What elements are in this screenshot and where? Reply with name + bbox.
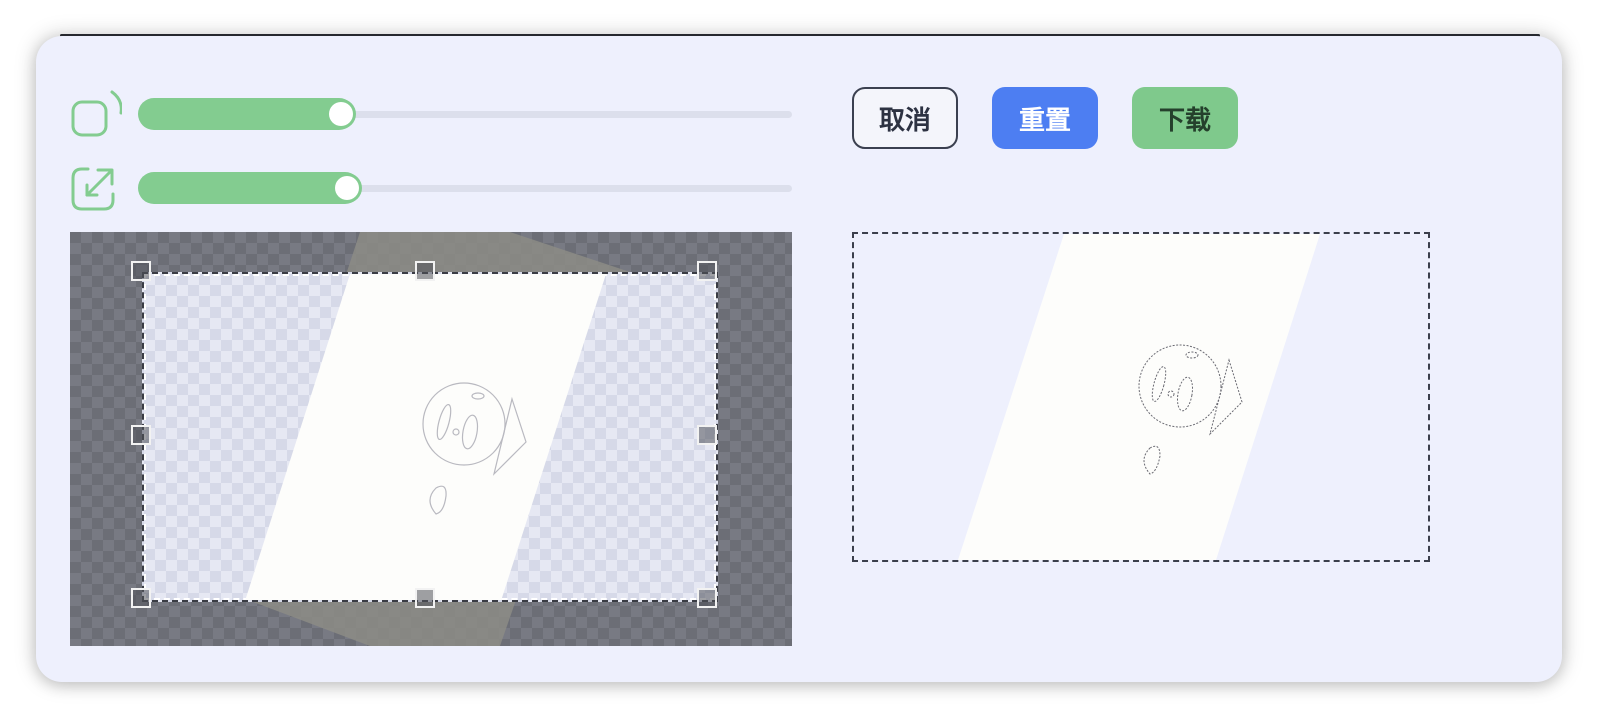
crop-handle-bottom-right[interactable] <box>697 588 717 608</box>
rotate-control-row <box>36 88 836 138</box>
image-crop-dialog: 取消 重置 下载 <box>36 36 1562 682</box>
download-button[interactable]: 下载 <box>1132 87 1238 149</box>
preview-image <box>958 234 1320 560</box>
crop-preview <box>852 232 1430 562</box>
crop-handle-bottom-center[interactable] <box>415 588 435 608</box>
source-image <box>245 274 606 600</box>
crop-editor-canvas[interactable] <box>70 232 792 646</box>
scale-icon <box>71 167 115 211</box>
crop-handle-middle-right[interactable] <box>697 425 717 445</box>
crop-handle-top-right[interactable] <box>697 261 717 281</box>
scale-slider-thumb[interactable] <box>335 176 359 200</box>
scale-control-row <box>36 162 836 212</box>
rotate-slider-fill <box>138 98 355 130</box>
crop-selection-box[interactable] <box>142 272 718 602</box>
scale-slider[interactable] <box>138 172 792 204</box>
reset-button[interactable]: 重置 <box>992 87 1098 149</box>
crop-handle-top-center[interactable] <box>415 261 435 281</box>
rotate-slider-thumb[interactable] <box>329 102 353 126</box>
crop-handle-middle-left[interactable] <box>131 425 151 445</box>
cancel-button[interactable]: 取消 <box>852 87 958 149</box>
rotate-icon <box>71 90 122 137</box>
crop-handle-bottom-left[interactable] <box>131 588 151 608</box>
scale-slider-fill <box>138 172 361 204</box>
rotate-slider[interactable] <box>138 98 792 130</box>
crop-handle-top-left[interactable] <box>131 261 151 281</box>
